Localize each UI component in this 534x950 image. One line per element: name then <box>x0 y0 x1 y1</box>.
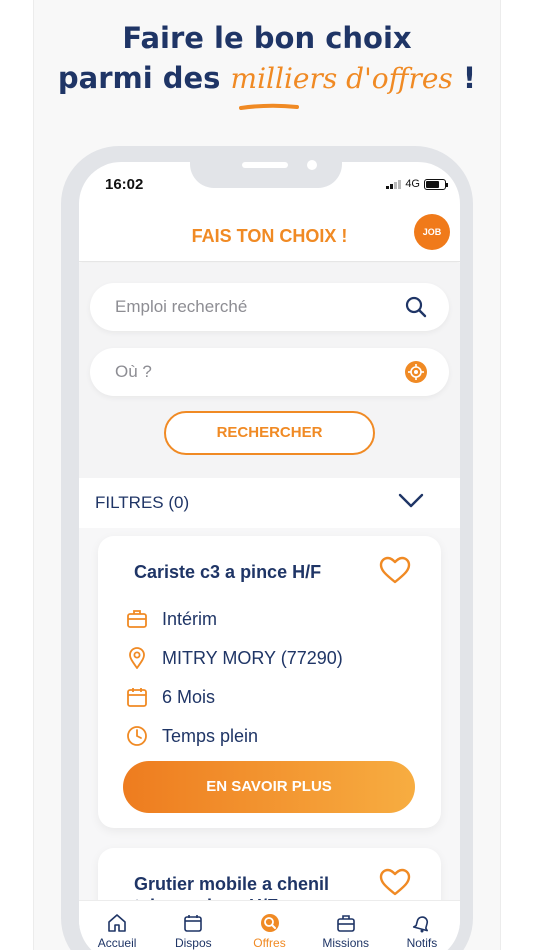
headline-suffix: ! <box>452 61 477 95</box>
learn-more-button[interactable]: EN SAVOIR PLUS <box>123 761 415 813</box>
filters-label: FILTRES (0) <box>95 493 190 512</box>
location-placeholder: Où ? <box>115 362 152 381</box>
tab-label: Offres <box>253 936 286 950</box>
promo-headline: Faire le bon choix parmi des milliers d'… <box>0 18 534 110</box>
job-search-input[interactable]: Emploi recherché <box>90 283 449 331</box>
status-indicators: 4G <box>386 178 448 190</box>
offer-schedule: Temps plein <box>162 725 259 746</box>
offer-title: Grutier mobile a chenil telescopique H/F <box>134 874 330 900</box>
battery-icon <box>424 178 448 190</box>
home-icon <box>108 914 126 932</box>
headline-line-1: Faire le bon choix <box>122 21 412 55</box>
offer-location: MITRY MORY (77290) <box>162 647 343 668</box>
tab-accueil[interactable]: Accueil <box>79 901 155 950</box>
search-panel: Emploi recherché Où ? RECHERCHER <box>79 263 460 478</box>
app-screen: 16:02 4G FAIS TON CHOIX ! JOB Emploi rec… <box>79 162 460 950</box>
offer-contract: Intérim <box>162 608 218 629</box>
tab-notifs[interactable]: Notifs <box>384 901 460 950</box>
camera-icon <box>307 160 317 170</box>
offers-list: Cariste c3 a pince H/F Intérim MITRY MOR… <box>79 528 460 900</box>
tab-label: Dispos <box>174 936 212 950</box>
brush-underline-icon <box>238 103 299 110</box>
geolocate-icon[interactable] <box>405 361 427 383</box>
location-input[interactable]: Où ? <box>90 348 449 396</box>
bottom-tab-bar: Accueil Dispos Offres Missions Notifs <box>79 900 460 950</box>
offer-location-row: MITRY MORY (77290) <box>126 647 343 669</box>
search-button[interactable]: RECHERCHER <box>164 411 375 455</box>
briefcase-icon <box>127 610 147 628</box>
offer-duration: 6 Mois <box>162 686 216 707</box>
headline-line-2: parmi des milliers d'offres ! <box>0 58 534 110</box>
tab-label: Missions <box>322 936 370 950</box>
tab-label: Notifs <box>406 936 438 950</box>
network-label: 4G <box>405 178 420 190</box>
job-search-placeholder: Emploi recherché <box>115 297 248 316</box>
favorite-heart-icon[interactable] <box>379 868 411 896</box>
job-badge-button[interactable]: JOB <box>414 214 450 250</box>
calendar-icon <box>184 915 203 932</box>
offer-card[interactable]: Grutier mobile a chenil telescopique H/F <box>98 848 441 900</box>
phone-notch <box>190 146 342 188</box>
search-icon <box>260 914 279 932</box>
app-header: FAIS TON CHOIX ! JOB <box>79 202 460 262</box>
offer-contract-row: Intérim <box>126 608 217 630</box>
bell-icon <box>412 916 428 933</box>
filters-toggle[interactable]: FILTRES (0) <box>79 478 460 528</box>
speaker-icon <box>242 162 288 168</box>
location-pin-icon <box>129 647 145 669</box>
offer-title: Cariste c3 a pince H/F <box>134 562 322 582</box>
job-badge-label: JOB <box>422 227 442 237</box>
briefcase-icon <box>336 915 355 932</box>
signal-icon <box>386 179 402 189</box>
page-title: FAIS TON CHOIX ! <box>191 226 348 246</box>
favorite-heart-icon[interactable] <box>379 556 411 584</box>
offer-card[interactable]: Cariste c3 a pince H/F Intérim MITRY MOR… <box>98 536 441 828</box>
status-time: 16:02 <box>105 176 144 193</box>
chevron-down-icon[interactable] <box>398 492 424 510</box>
headline-accent-text: milliers d'offres <box>230 62 453 95</box>
search-icon[interactable] <box>405 296 427 318</box>
tab-label: Accueil <box>97 936 137 950</box>
calendar-icon <box>127 688 147 707</box>
tab-dispos[interactable]: Dispos <box>155 901 231 950</box>
offer-schedule-row: Temps plein <box>126 725 258 747</box>
clock-icon <box>127 726 147 746</box>
offer-duration-row: 6 Mois <box>126 686 215 708</box>
headline-accent: milliers d'offres <box>230 59 453 110</box>
tab-offres[interactable]: Offres <box>231 901 307 950</box>
headline-prefix: parmi des <box>57 61 231 95</box>
tab-missions[interactable]: Missions <box>308 901 384 950</box>
